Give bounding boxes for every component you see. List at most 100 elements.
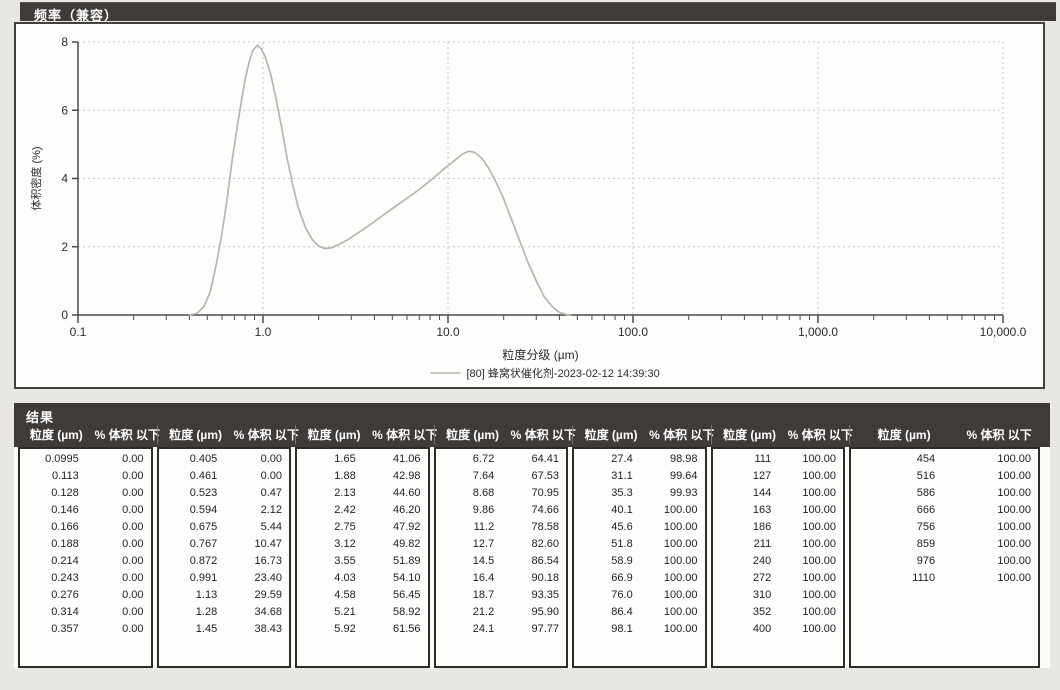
x-axis-label: 粒度分级 (µm): [502, 347, 578, 362]
column-group-header: 粒度 (µm)% 体积 以下: [572, 425, 707, 444]
size-value: 516: [851, 468, 935, 485]
table-row: 0.1460.00: [20, 502, 151, 519]
size-value: 76.0: [574, 587, 633, 604]
size-value: 9.86: [436, 502, 495, 519]
table-row: 111100.00: [713, 451, 844, 468]
size-value: 7.64: [436, 468, 495, 485]
size-value: 1110: [851, 570, 935, 587]
percent-column-header: % 体积 以下: [958, 426, 1040, 443]
size-column-header: 粒度 (µm): [712, 426, 788, 443]
table-row: 8.6870.95: [436, 485, 567, 502]
size-column-header: 粒度 (µm): [158, 426, 234, 443]
table-row: 0.1280.00: [20, 485, 151, 502]
size-value: 0.523: [159, 485, 218, 502]
table-row: 0.1130.00: [20, 468, 151, 485]
table-row: 86.4100.00: [574, 604, 705, 621]
results-table: 0.09950.000.1130.000.1280.000.1460.000.1…: [14, 447, 1050, 668]
size-value: 1.88: [297, 468, 356, 485]
percent-under-value: 93.35: [494, 587, 566, 604]
size-value: 0.357: [20, 621, 79, 638]
y-axis-label: 体积密度 (%): [29, 146, 43, 210]
table-row: 0.3570.00: [20, 621, 151, 638]
percent-under-value: 100.00: [771, 451, 843, 468]
size-value: 400: [713, 621, 772, 638]
table-row: 1.4538.43: [159, 621, 290, 638]
results-header: 结果 粒度 (µm)% 体积 以下粒度 (µm)% 体积 以下粒度 (µm)% …: [14, 403, 1050, 447]
percent-under-value: 0.00: [79, 553, 151, 570]
size-value: 2.42: [297, 502, 356, 519]
percent-under-value: 61.56: [356, 621, 428, 638]
percent-under-value: 99.93: [633, 485, 705, 502]
table-row: 27.498.98: [574, 451, 705, 468]
size-value: 0.243: [20, 570, 79, 587]
size-value: 0.166: [20, 519, 79, 536]
table-row: 0.4050.00: [159, 451, 290, 468]
percent-under-value: 100.00: [633, 536, 705, 553]
size-value: 666: [851, 502, 935, 519]
table-row: 0.1880.00: [20, 536, 151, 553]
percent-under-value: 0.00: [217, 451, 289, 468]
percent-under-value: 100.00: [633, 621, 705, 638]
table-row: 14.586.54: [436, 553, 567, 570]
size-value: 0.991: [159, 570, 218, 587]
size-value: 976: [851, 553, 935, 570]
table-row: 516100.00: [851, 468, 1038, 485]
table-row: 40.1100.00: [574, 502, 705, 519]
size-value: 352: [713, 604, 772, 621]
chart-panel-title: 频率（兼容）: [20, 2, 1056, 21]
percent-under-value: 82.60: [494, 536, 566, 553]
x-tick-label: 10.0: [436, 325, 460, 339]
table-row: 756100.00: [851, 519, 1038, 536]
percent-under-value: 100.00: [935, 536, 1038, 553]
legend-label: [80] 蜂窝状催化剂-2023-02-12 14:39:30: [467, 366, 660, 380]
size-value: 98.1: [574, 621, 633, 638]
table-row: 127100.00: [713, 468, 844, 485]
size-value: 2.13: [297, 485, 356, 502]
percent-under-value: 0.00: [79, 485, 151, 502]
x-tick-label: 10,000.0: [980, 325, 1027, 339]
size-value: 1.45: [159, 621, 218, 638]
size-value: 8.68: [436, 485, 495, 502]
table-row: 18.793.35: [436, 587, 567, 604]
percent-under-value: 100.00: [771, 519, 843, 536]
table-row: 24.197.77: [436, 621, 567, 638]
size-value: 31.1: [574, 468, 633, 485]
table-row: 16.490.18: [436, 570, 567, 587]
percent-under-value: 5.44: [217, 519, 289, 536]
percent-under-value: 100.00: [633, 519, 705, 536]
size-value: 0.461: [159, 468, 218, 485]
result-column-group: 111100.00127100.00144100.00163100.001861…: [711, 447, 846, 668]
size-value: 0.594: [159, 502, 218, 519]
table-row: 7.6467.53: [436, 468, 567, 485]
size-value: 0.675: [159, 519, 218, 536]
percent-under-value: 0.00: [79, 604, 151, 621]
table-row: 1.6541.06: [297, 451, 428, 468]
percent-under-value: 100.00: [935, 553, 1038, 570]
size-column-header: 粒度 (µm): [18, 426, 95, 443]
table-row: 2.4246.20: [297, 502, 428, 519]
table-row: 66.9100.00: [574, 570, 705, 587]
percent-column-header: % 体积 以下: [788, 426, 845, 443]
size-value: 1.13: [159, 587, 218, 604]
percent-under-value: 0.00: [79, 621, 151, 638]
size-column-header: 粒度 (µm): [435, 426, 511, 443]
table-row: 21.295.90: [436, 604, 567, 621]
percent-under-value: 100.00: [633, 553, 705, 570]
percent-under-value: 0.47: [217, 485, 289, 502]
percent-under-value: 0.00: [217, 468, 289, 485]
table-row: 9.8674.66: [436, 502, 567, 519]
size-value: 3.12: [297, 536, 356, 553]
percent-column-header: % 体积 以下: [511, 426, 568, 443]
table-row: 76.0100.00: [574, 587, 705, 604]
percent-under-value: 0.00: [79, 502, 151, 519]
percent-under-value: 100.00: [633, 502, 705, 519]
frequency-curve: [189, 45, 570, 315]
size-value: 0.872: [159, 553, 218, 570]
percent-under-value: 100.00: [771, 485, 843, 502]
percent-under-value: 29.59: [217, 587, 289, 604]
percent-under-value: 64.41: [494, 451, 566, 468]
table-row: 0.6755.44: [159, 519, 290, 536]
table-row: 0.1660.00: [20, 519, 151, 536]
percent-under-value: 100.00: [935, 570, 1038, 587]
percent-column-header: % 体积 以下: [372, 426, 429, 443]
